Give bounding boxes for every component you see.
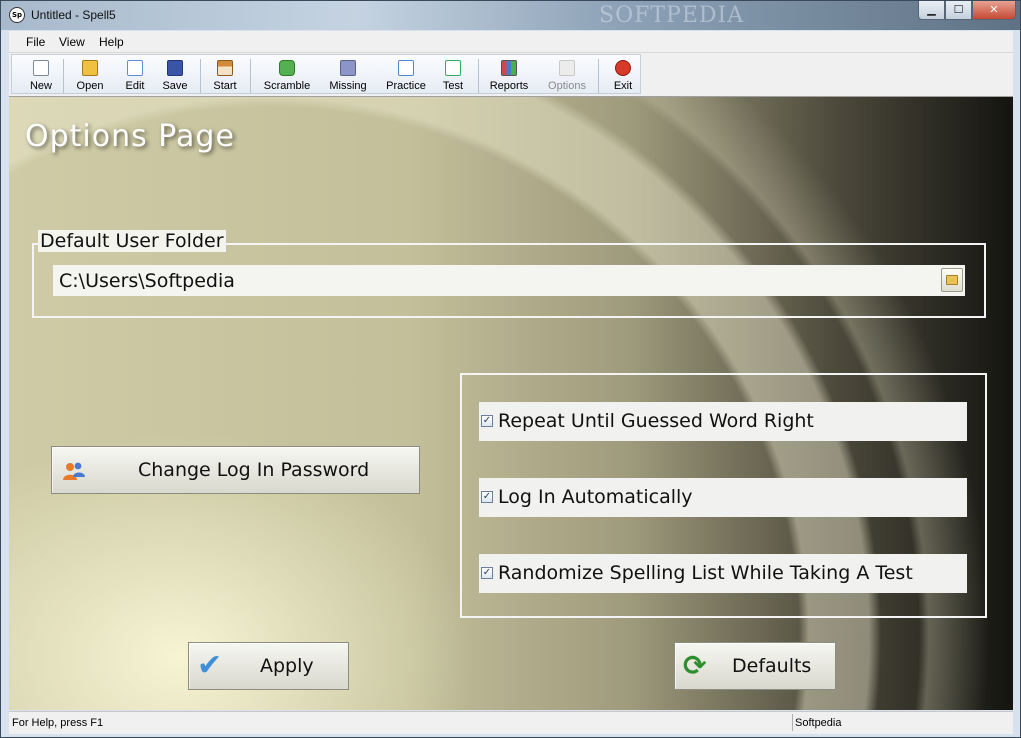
toolbar-practice-label: Practice xyxy=(386,80,426,92)
window-title: Untitled - Spell5 xyxy=(31,8,116,22)
default-folder-input[interactable] xyxy=(53,265,965,296)
toolbar-scramble-button[interactable]: Scramble xyxy=(262,57,312,95)
toolbar-scramble-label: Scramble xyxy=(263,80,311,92)
option-repeat-until-right[interactable]: ✓ Repeat Until Guessed Word Right xyxy=(479,402,967,441)
missing-icon xyxy=(340,60,356,76)
change-password-button[interactable]: Change Log In Password xyxy=(51,446,420,494)
test-check-icon xyxy=(445,60,461,76)
toolbar-save-label: Save xyxy=(162,80,188,92)
toolbar-missing-label: Missing xyxy=(329,80,367,92)
toolbar: New Open Edit Save Start Scramble Missin… xyxy=(9,53,1013,97)
practice-check-icon xyxy=(398,60,414,76)
window-controls: ▁ ☐ ✕ xyxy=(918,1,1016,20)
toolbar-exit-label: Exit xyxy=(613,80,633,92)
toolbar-options-button[interactable]: Options xyxy=(544,57,590,95)
toolbar-test-label: Test xyxy=(442,80,464,92)
toolbar-start-button[interactable]: Start xyxy=(209,57,241,95)
menu-view[interactable]: View xyxy=(59,35,85,49)
exit-icon xyxy=(615,60,631,76)
new-document-icon xyxy=(33,60,49,76)
toolbar-separator xyxy=(200,59,201,93)
option-randomize-list[interactable]: ✓ Randomize Spelling List While Taking A… xyxy=(479,554,967,593)
app-window: Sp Untitled - Spell5 SOFTPEDIA ▁ ☐ ✕ Fil… xyxy=(0,0,1021,738)
options-icon xyxy=(559,60,575,76)
maximize-button[interactable]: ☐ xyxy=(945,1,972,20)
toolbar-separator xyxy=(63,59,64,93)
toolbar-save-button[interactable]: Save xyxy=(160,57,190,95)
apply-button[interactable]: ✔ Apply xyxy=(188,642,349,690)
toolbar-practice-button[interactable]: Practice xyxy=(384,57,428,95)
app-icon[interactable]: Sp xyxy=(9,7,25,23)
option-label: Randomize Spelling List While Taking A T… xyxy=(498,562,913,584)
save-icon xyxy=(167,60,183,76)
defaults-label: Defaults xyxy=(732,655,812,677)
checkmark-icon: ✔ xyxy=(197,648,223,683)
minimize-button[interactable]: ▁ xyxy=(918,1,945,20)
change-password-label: Change Log In Password xyxy=(138,459,370,481)
toolbar-missing-button[interactable]: Missing xyxy=(326,57,370,95)
softpedia-watermark: SOFTPEDIA xyxy=(599,3,745,28)
home-icon xyxy=(217,60,233,76)
status-bar: For Help, press F1 Softpedia xyxy=(9,711,1013,734)
toolbar-reports-button[interactable]: Reports xyxy=(486,57,532,95)
toolbar-open-button[interactable]: Open xyxy=(72,57,108,95)
defaults-button[interactable]: ⟳ Defaults xyxy=(674,642,836,690)
open-folder-icon xyxy=(82,60,98,76)
apply-label: Apply xyxy=(260,655,314,677)
toolbar-separator xyxy=(250,59,251,93)
toolbar-test-button[interactable]: Test xyxy=(438,57,468,95)
close-button[interactable]: ✕ xyxy=(972,1,1016,20)
toolbar-separator xyxy=(598,59,599,93)
option-label: Log In Automatically xyxy=(498,486,693,508)
browse-folder-icon xyxy=(946,275,958,285)
randomize-list-checkbox[interactable]: ✓ xyxy=(481,567,493,579)
status-help-text: For Help, press F1 xyxy=(12,717,104,729)
toolbar-options-label: Options xyxy=(548,80,586,92)
repeat-until-right-checkbox[interactable]: ✓ xyxy=(481,415,493,427)
users-icon xyxy=(63,462,85,480)
toolbar-edit-label: Edit xyxy=(125,80,145,92)
refresh-icon: ⟳ xyxy=(683,649,707,682)
toolbar-band: New Open Edit Save Start Scramble Missin… xyxy=(11,54,641,94)
login-automatically-checkbox[interactable]: ✓ xyxy=(481,491,493,503)
edit-icon xyxy=(127,60,143,76)
puzzle-icon xyxy=(279,60,295,76)
option-label: Repeat Until Guessed Word Right xyxy=(498,410,814,432)
options-page: Options Page Default User Folder ✓ Repea… xyxy=(9,97,1013,710)
status-divider xyxy=(792,714,793,731)
toolbar-separator xyxy=(478,59,479,93)
browse-folder-button[interactable] xyxy=(941,268,963,292)
toolbar-new-button[interactable]: New xyxy=(24,57,58,95)
toolbar-exit-button[interactable]: Exit xyxy=(608,57,638,95)
page-title: Options Page xyxy=(25,119,235,154)
toolbar-open-label: Open xyxy=(76,80,104,92)
menu-bar: File View Help xyxy=(9,31,1013,53)
bar-chart-icon xyxy=(501,60,517,76)
title-bar[interactable]: Sp Untitled - Spell5 SOFTPEDIA ▁ ☐ ✕ xyxy=(1,1,1020,30)
toolbar-new-label: New xyxy=(29,80,52,92)
menu-file[interactable]: File xyxy=(26,35,45,49)
toolbar-edit-button[interactable]: Edit xyxy=(120,57,150,95)
default-folder-label: Default User Folder xyxy=(38,230,226,252)
option-login-automatically[interactable]: ✓ Log In Automatically xyxy=(479,478,967,517)
menu-help[interactable]: Help xyxy=(99,35,124,49)
status-right-text: Softpedia xyxy=(795,717,842,729)
toolbar-start-label: Start xyxy=(213,80,237,92)
toolbar-reports-label: Reports xyxy=(489,80,529,92)
